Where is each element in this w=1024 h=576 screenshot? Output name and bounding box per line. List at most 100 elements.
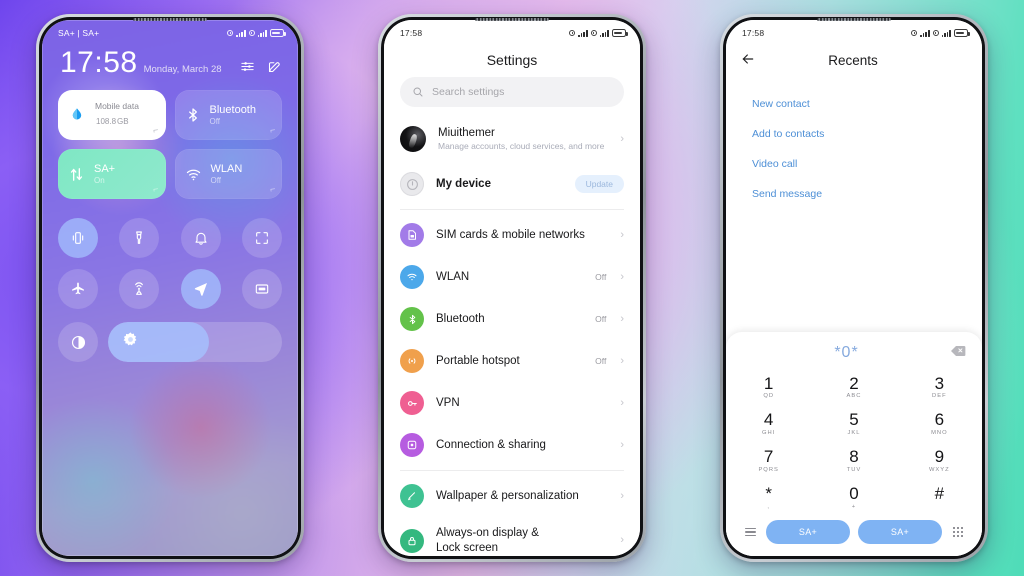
- action-add-to-contacts[interactable]: Add to contacts: [726, 119, 982, 149]
- key-3[interactable]: 3 DEF: [897, 370, 982, 407]
- settings-row-sim-cards[interactable]: SIM cards & mobile networks ›: [384, 214, 640, 256]
- tile-expand-icon[interactable]: ⌐: [269, 184, 276, 195]
- tile-bluetooth[interactable]: Bluetooth Off ⌐: [174, 90, 282, 140]
- hotspot-icon: [400, 349, 424, 374]
- key-star[interactable]: *,: [726, 480, 811, 517]
- backspace-glyph: [951, 345, 966, 356]
- wallpaper-background: SA+ | SA+ 17:58 Monday, March 28 Mobile …: [0, 0, 1024, 576]
- call-button-sim1[interactable]: SA+: [766, 520, 850, 544]
- keypad-icon[interactable]: [950, 527, 966, 537]
- avatar: [400, 126, 426, 153]
- earpiece-speaker-icon: [817, 18, 891, 21]
- toggle-ringtone[interactable]: [180, 218, 221, 258]
- key-7[interactable]: 7 PQRS: [726, 443, 811, 480]
- settings-row-hotspot[interactable]: Portable hotspot Off ›: [384, 340, 640, 382]
- action-new-contact[interactable]: New contact: [726, 89, 982, 119]
- tile-expand-icon[interactable]: ⌐: [153, 125, 160, 136]
- key-1[interactable]: 1 QD: [726, 370, 811, 407]
- tile-label: Bluetooth: [209, 103, 256, 116]
- call-button-sim2[interactable]: SA+: [858, 520, 942, 544]
- key-digit: 0: [849, 484, 859, 504]
- toggle-grid: [42, 208, 298, 320]
- toggle-vibrate[interactable]: [58, 218, 98, 258]
- settings-row-wallpaper[interactable]: Wallpaper & personalization ›: [384, 475, 640, 517]
- earpiece-speaker-icon: [133, 18, 207, 21]
- contrast-icon: [71, 335, 85, 349]
- chevron-right-icon: ›: [620, 438, 624, 451]
- hamburger-glyph: [744, 527, 756, 537]
- location-arrow-icon: [194, 283, 207, 296]
- tile-expand-icon[interactable]: ⌐: [269, 125, 276, 136]
- brightness-slider[interactable]: [108, 322, 282, 362]
- tile-mobile-data[interactable]: Mobile data 108.8GB ⌐: [58, 90, 166, 140]
- key-5[interactable]: 5 JKL: [811, 406, 896, 443]
- sliders-icon[interactable]: [240, 59, 255, 74]
- device-name: My device: [436, 178, 491, 191]
- page-title: Recents: [828, 53, 878, 68]
- settings-row-aod-lock[interactable]: Always-on display & Lock screen ›: [384, 517, 640, 556]
- backspace-icon[interactable]: [951, 344, 966, 362]
- tile-expand-icon[interactable]: ⌐: [153, 184, 160, 195]
- lock-icon: [400, 528, 424, 553]
- dialed-number[interactable]: *0*: [742, 344, 951, 362]
- key-letters: [897, 504, 982, 511]
- settings-row-bluetooth[interactable]: Bluetooth Off ›: [384, 298, 640, 340]
- hamburger-icon[interactable]: [742, 527, 758, 537]
- data-amount: 108.8: [96, 116, 117, 126]
- search-input[interactable]: Search settings: [400, 77, 624, 107]
- settings-row-my-device[interactable]: My device Update: [384, 163, 640, 205]
- battery-icon: [612, 29, 628, 37]
- settings-row-wlan[interactable]: WLAN Off ›: [384, 256, 640, 298]
- chevron-right-icon: ›: [620, 270, 624, 283]
- chevron-right-icon: ›: [620, 354, 624, 367]
- key-8[interactable]: 8 TUV: [811, 443, 896, 480]
- key-digit: 5: [849, 410, 859, 430]
- water-drop-icon: [72, 108, 82, 120]
- dialpad-panel: *0* 1 QD 2 ABC 3 DEF 4 GHI 5 JKL 6 MNO 7…: [726, 331, 982, 556]
- update-badge[interactable]: Update: [574, 175, 624, 194]
- settings-row-vpn[interactable]: VPN ›: [384, 382, 640, 424]
- bluetooth-icon: [188, 108, 197, 122]
- toggle-location[interactable]: [180, 269, 221, 309]
- toggle-row-1: [58, 218, 282, 258]
- toggle-screen-cast[interactable]: [119, 269, 160, 309]
- key-4[interactable]: 4 GHI: [726, 406, 811, 443]
- info-icon: [400, 172, 424, 197]
- sim1-dot-icon: [227, 30, 234, 36]
- toggle-flashlight[interactable]: [119, 218, 160, 258]
- settings-item-value: Off: [595, 356, 607, 367]
- key-2[interactable]: 2 ABC: [811, 370, 896, 407]
- toggle-airplane-mode[interactable]: [58, 269, 98, 309]
- page-title: Settings: [486, 52, 538, 68]
- toggle-screenshot[interactable]: [241, 218, 282, 258]
- dialer-display: *0*: [726, 340, 982, 370]
- divider: [400, 209, 624, 211]
- key-hash[interactable]: #: [897, 480, 982, 517]
- key-6[interactable]: 6 MNO: [897, 406, 982, 443]
- account-name: Miuithemer: [438, 127, 495, 139]
- settings-row-connection-sharing[interactable]: Connection & sharing ›: [384, 424, 640, 466]
- window-icon: [255, 284, 269, 294]
- toggle-row-2: [58, 269, 282, 309]
- action-video-call[interactable]: Video call: [726, 149, 982, 179]
- key-digit: #: [934, 484, 945, 504]
- status-time: 17:58: [400, 28, 423, 38]
- tile-row-1: Mobile data 108.8GB ⌐ Bluetooth Off ⌐: [58, 90, 282, 140]
- settings-item-value: Off: [595, 272, 607, 283]
- key-digit: 7: [763, 447, 774, 467]
- phone2-screen: 17:58 Settings Search settings Miuitheme…: [384, 20, 640, 556]
- tile-row-2: SA+ On ⌐ WLAN Off ⌐: [58, 149, 282, 199]
- tile-sub: On: [94, 176, 105, 186]
- toggle-reading-mode[interactable]: [241, 269, 282, 309]
- signal-2-icon: [257, 29, 267, 37]
- key-0[interactable]: 0 +: [811, 480, 896, 517]
- edit-icon[interactable]: [267, 59, 282, 74]
- tile-wlan[interactable]: WLAN Off ⌐: [174, 149, 282, 199]
- tile-sa-plus[interactable]: SA+ On ⌐: [58, 149, 166, 199]
- toggle-dark-mode[interactable]: [58, 322, 98, 362]
- action-send-message[interactable]: Send message: [726, 179, 982, 209]
- settings-row-account[interactable]: Miuithemer Manage accounts, cloud servic…: [384, 113, 640, 163]
- key-9[interactable]: 9 WXYZ: [897, 443, 982, 480]
- status-bar: 17:58: [726, 20, 982, 42]
- phone3-bezel: 17:58 Recents New contact Add to contact…: [723, 17, 985, 559]
